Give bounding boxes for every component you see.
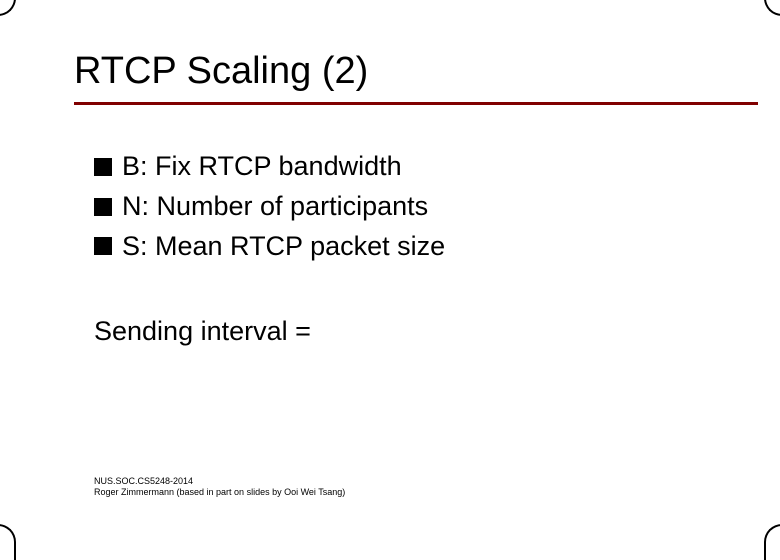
corner-decoration (764, 524, 780, 560)
corner-decoration (0, 524, 16, 560)
slide-title: RTCP Scaling (2) (74, 50, 368, 93)
bullet-text: S: Mean RTCP packet size (122, 230, 445, 264)
corner-decoration (0, 0, 16, 16)
square-bullet-icon (94, 198, 112, 216)
title-underline (74, 102, 758, 105)
list-item: B: Fix RTCP bandwidth (94, 150, 720, 184)
list-item: N: Number of participants (94, 190, 720, 224)
list-item: S: Mean RTCP packet size (94, 230, 720, 264)
square-bullet-icon (94, 237, 112, 255)
square-bullet-icon (94, 158, 112, 176)
footer-line-1: NUS.SOC.CS5248-2014 (94, 476, 345, 487)
corner-decoration (764, 0, 780, 16)
sending-interval-line: Sending interval = (94, 316, 311, 347)
slide-footer: NUS.SOC.CS5248-2014 Roger Zimmermann (ba… (94, 476, 345, 499)
bullet-list: B: Fix RTCP bandwidth N: Number of parti… (94, 150, 720, 269)
footer-line-2: Roger Zimmermann (based in part on slide… (94, 487, 345, 498)
bullet-text: B: Fix RTCP bandwidth (122, 150, 402, 184)
bullet-text: N: Number of participants (122, 190, 428, 224)
